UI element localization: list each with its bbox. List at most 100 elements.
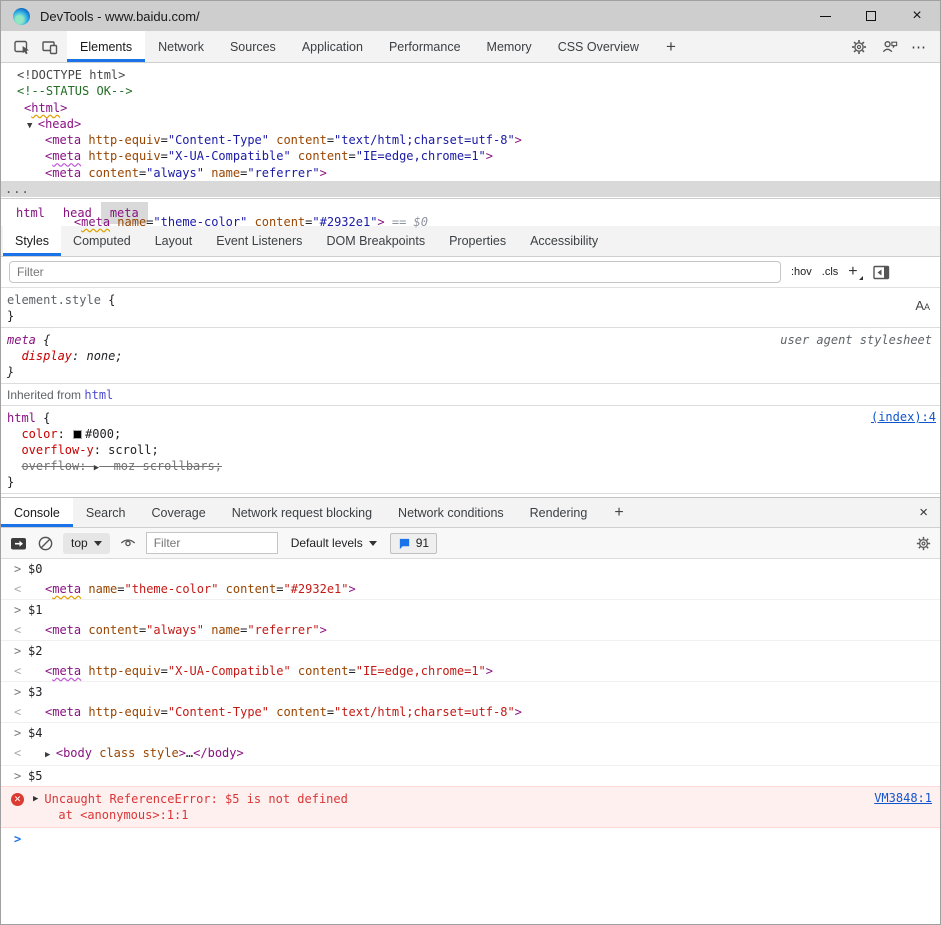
- tab-rendering[interactable]: Rendering: [517, 498, 601, 527]
- console-input-row[interactable]: >$0: [1, 559, 940, 579]
- dom-line-head[interactable]: ▼ <head>: [1, 116, 940, 132]
- more-drawer-tabs-button[interactable]: +: [600, 498, 637, 527]
- close-button[interactable]: ×: [894, 1, 940, 31]
- css-line[interactable]: overflow-y: scroll;: [7, 442, 940, 458]
- font-editor-icon[interactable]: AA: [915, 298, 930, 313]
- maximize-icon: [866, 11, 876, 21]
- new-style-rule-button[interactable]: +: [848, 263, 862, 281]
- user-agent-rule-section[interactable]: meta { display: none; } user agent style…: [1, 328, 940, 384]
- issues-badge[interactable]: 91: [390, 533, 437, 554]
- gear-icon: [850, 38, 868, 56]
- console-input-row[interactable]: >$3: [1, 682, 940, 702]
- minimize-button[interactable]: [802, 1, 848, 31]
- more-tabs-button[interactable]: +: [652, 31, 690, 62]
- tab-computed[interactable]: Computed: [61, 226, 143, 256]
- close-drawer-button[interactable]: ×: [907, 498, 940, 527]
- tab-accessibility[interactable]: Accessibility: [518, 226, 610, 256]
- inspect-element-button[interactable]: [9, 34, 35, 60]
- dom-gutter-dots[interactable]: ...: [5, 181, 30, 197]
- console-prompt[interactable]: >: [1, 828, 940, 850]
- css-line[interactable]: color: #000;: [7, 426, 940, 442]
- tab-network-request-blocking[interactable]: Network request blocking: [219, 498, 385, 527]
- tab-properties[interactable]: Properties: [437, 226, 518, 256]
- css-line[interactable]: }: [7, 308, 940, 324]
- inherited-node-link[interactable]: html: [84, 388, 113, 402]
- toggle-computed-sidebar-button[interactable]: [873, 265, 890, 280]
- code-token: name: [117, 215, 146, 229]
- code-token: =: [161, 664, 168, 678]
- tab-memory[interactable]: Memory: [474, 31, 545, 62]
- css-line[interactable]: html {: [7, 410, 940, 426]
- tab-network[interactable]: Network: [145, 31, 217, 62]
- console-input-row[interactable]: >$2: [1, 641, 940, 661]
- code-token: >: [486, 149, 493, 163]
- css-line[interactable]: display: none;: [7, 348, 940, 364]
- tab-styles[interactable]: Styles: [3, 226, 61, 256]
- console-result-row[interactable]: <▶ <body class style>…</body>: [1, 743, 940, 766]
- console-result-row[interactable]: <<meta content="always" name="referrer">: [1, 620, 940, 641]
- main-tab-bar: Elements Network Sources Application Per…: [1, 31, 940, 63]
- stylesheet-source-link[interactable]: (index):4: [871, 410, 936, 424]
- dom-line-meta-content-type[interactable]: <meta http-equiv="Content-Type" content=…: [1, 132, 940, 148]
- console-result-row[interactable]: <<meta http-equiv="X-UA-Compatible" cont…: [1, 661, 940, 682]
- console-toolbar: top Default levels 91: [1, 528, 940, 559]
- feedback-button[interactable]: [876, 34, 902, 60]
- console-sidebar-toggle-button[interactable]: [9, 535, 28, 552]
- code-token: >: [515, 705, 522, 719]
- code-token: html: [7, 411, 36, 425]
- create-live-expression-button[interactable]: [119, 535, 137, 551]
- settings-button[interactable]: [846, 34, 872, 60]
- tab-layout[interactable]: Layout: [143, 226, 205, 256]
- dom-line-comment[interactable]: <!--STATUS OK-->: [1, 83, 940, 99]
- clear-console-button[interactable]: [37, 535, 54, 552]
- issues-bubble-icon: [398, 537, 411, 550]
- tab-search[interactable]: Search: [73, 498, 139, 527]
- console-filter-input[interactable]: [146, 532, 278, 554]
- toggle-cls-button[interactable]: .cls: [822, 266, 839, 278]
- console-command: $0: [28, 559, 42, 579]
- tab-css-overview[interactable]: CSS Overview: [545, 31, 652, 62]
- tab-coverage[interactable]: Coverage: [138, 498, 218, 527]
- css-line[interactable]: overflow: ▶ -moz-scrollbars;: [7, 458, 940, 474]
- log-levels-dropdown[interactable]: Default levels: [287, 536, 381, 550]
- css-line[interactable]: }: [7, 474, 940, 490]
- tab-elements[interactable]: Elements: [67, 31, 145, 62]
- dom-line-meta-theme-color-selected[interactable]: ... <meta name="theme-color" content="#2…: [1, 181, 940, 197]
- tab-event-listeners[interactable]: Event Listeners: [204, 226, 314, 256]
- console-input-row[interactable]: >$5: [1, 766, 940, 786]
- dom-line-meta-referrer[interactable]: <meta content="always" name="referrer">: [1, 165, 940, 181]
- css-line[interactable]: element.style {: [7, 292, 940, 308]
- feedback-icon: [880, 37, 899, 56]
- execution-context-dropdown[interactable]: top: [63, 533, 110, 554]
- error-source-link[interactable]: VM3848:1: [874, 791, 932, 805]
- tab-dom-breakpoints[interactable]: DOM Breakpoints: [314, 226, 437, 256]
- console-input-row[interactable]: >$4: [1, 723, 940, 743]
- dom-line-meta-xua[interactable]: <meta http-equiv="X-UA-Compatible" conte…: [1, 148, 940, 164]
- code-token: http-equiv: [88, 133, 160, 147]
- toggle-hov-button[interactable]: :hov: [791, 266, 812, 278]
- css-line[interactable]: }: [7, 364, 940, 380]
- maximize-button[interactable]: [848, 1, 894, 31]
- dom-line-doctype[interactable]: <!DOCTYPE html>: [1, 67, 940, 83]
- expand-triangle-icon[interactable]: ▶: [33, 794, 38, 804]
- device-toolbar-button[interactable]: [37, 34, 63, 60]
- tab-network-conditions[interactable]: Network conditions: [385, 498, 517, 527]
- more-options-button[interactable]: ⋯: [906, 34, 932, 60]
- html-rule-section[interactable]: html { color: #000; overflow-y: scroll; …: [1, 406, 940, 494]
- console-settings-button[interactable]: [915, 535, 932, 552]
- tab-application[interactable]: Application: [289, 31, 376, 62]
- code-token: content: [88, 623, 139, 637]
- console-error-row[interactable]: ✕ ▶ Uncaught ReferenceError: $5 is not d…: [1, 786, 940, 828]
- tab-performance[interactable]: Performance: [376, 31, 474, 62]
- code-token: name: [211, 166, 240, 180]
- console-result-row[interactable]: <<meta name="theme-color" content="#2932…: [1, 579, 940, 600]
- styles-filter-input[interactable]: [9, 261, 781, 283]
- tab-console[interactable]: Console: [1, 498, 73, 527]
- dom-line-html[interactable]: <html>: [1, 100, 940, 116]
- console-input-row[interactable]: >$1: [1, 600, 940, 620]
- tab-sources[interactable]: Sources: [217, 31, 289, 62]
- element-style-section[interactable]: element.style { } AA: [1, 288, 940, 328]
- input-chevron-icon: >: [14, 641, 28, 661]
- code-token: <!DOCTYPE html>: [17, 68, 125, 82]
- console-result-row[interactable]: <<meta http-equiv="Content-Type" content…: [1, 702, 940, 723]
